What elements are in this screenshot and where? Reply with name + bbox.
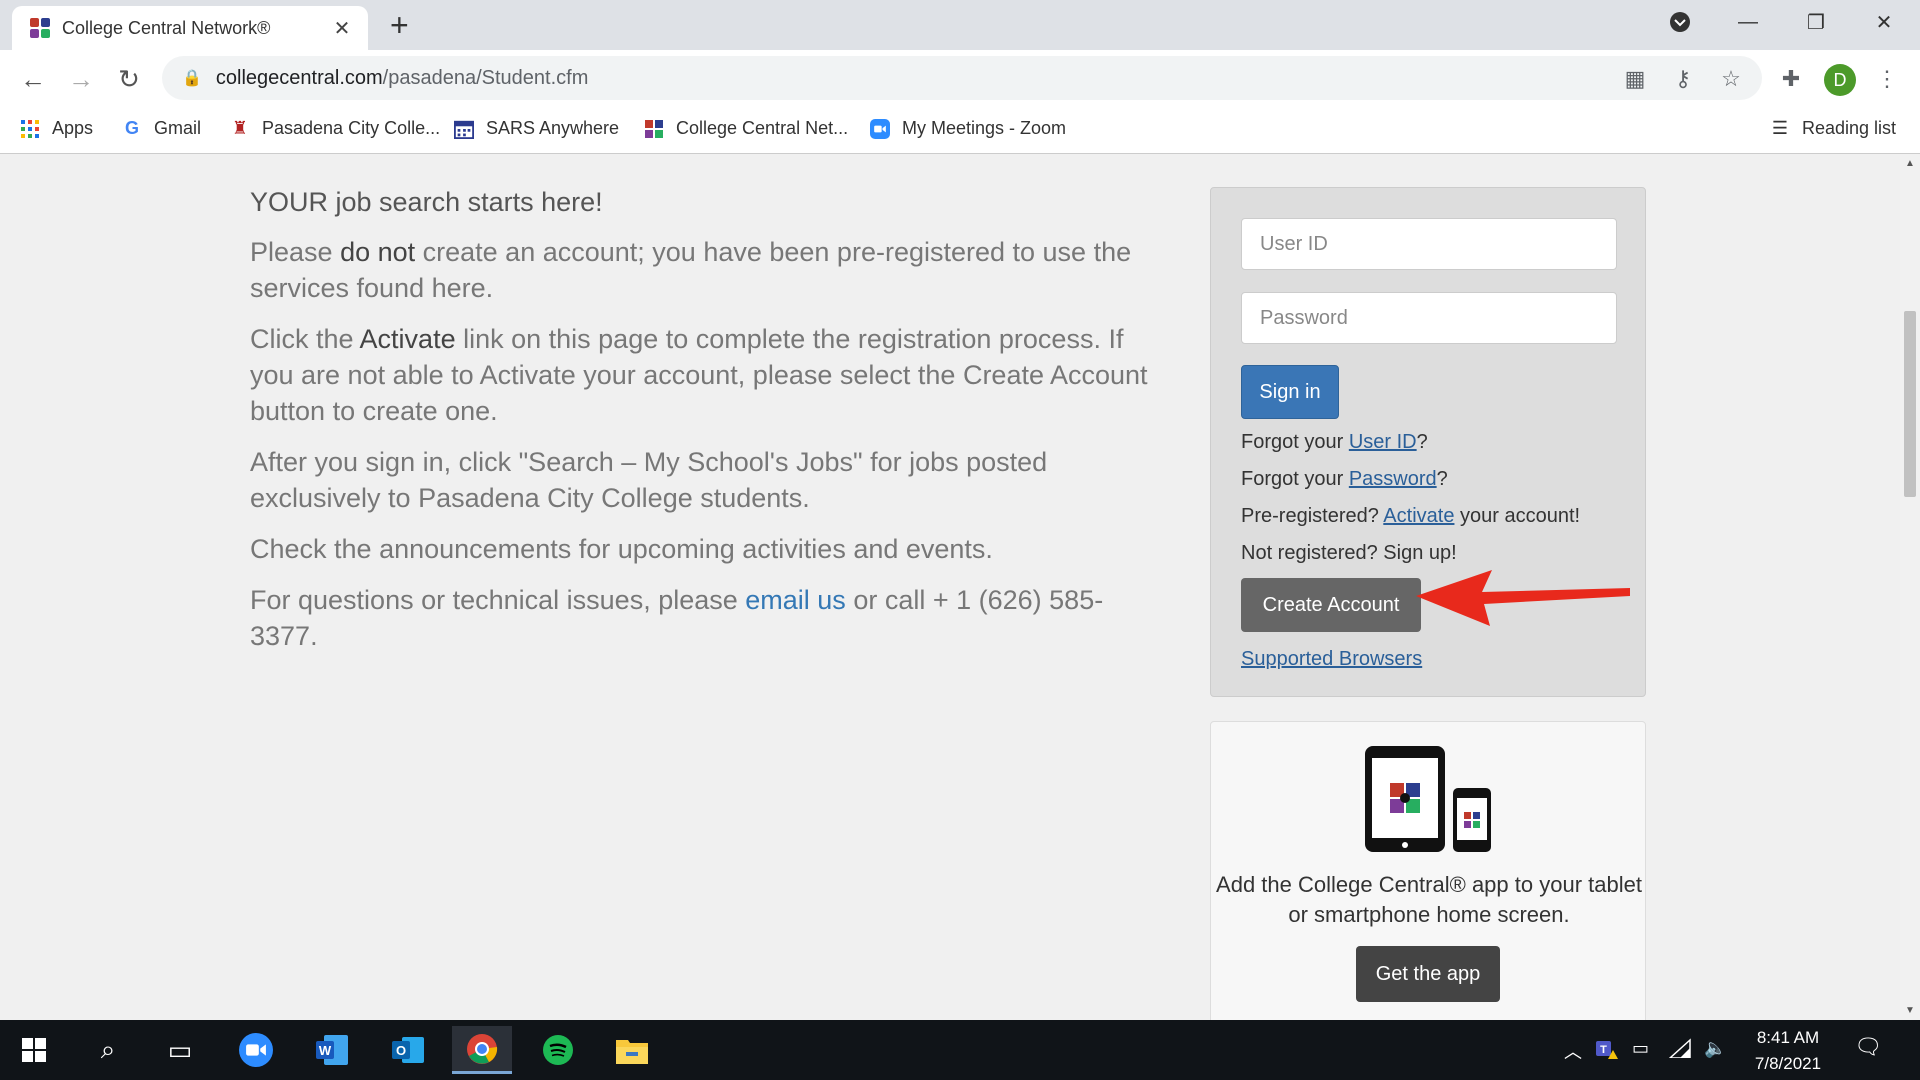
key-icon[interactable]: ⚷ [1668, 64, 1698, 94]
tab-strip: College Central Network® ✕ + — ❐ ✕ [0, 0, 1920, 50]
sign-in-button[interactable]: Sign in [1241, 365, 1339, 419]
intro-paragraph-2: Click the Activate link on this page to … [250, 324, 1148, 426]
restore-icon[interactable]: ❐ [1786, 0, 1846, 44]
qr-code-icon[interactable]: ▦ [1620, 64, 1650, 94]
password-input[interactable]: Password [1241, 292, 1617, 344]
activate-link[interactable]: Activate [1383, 505, 1454, 527]
lock-icon: 🔒 [182, 70, 202, 87]
zoom-icon [870, 118, 890, 139]
task-view-icon[interactable]: ▭ [150, 1026, 210, 1074]
bookmarks-bar: Apps G Gmail ♜ Pasadena City Colle... SA… [0, 106, 1920, 154]
scroll-up-icon[interactable]: ▲ [1900, 158, 1920, 169]
bookmark-college-central[interactable]: College Central Net... [644, 118, 848, 139]
tab-college-central[interactable]: College Central Network® ✕ [12, 6, 368, 50]
app-promo-text: Add the College Central® app to your tab… [1216, 872, 1642, 927]
scroll-down-icon[interactable]: ▼ [1900, 1005, 1920, 1016]
svg-text:W: W [319, 1043, 332, 1058]
calendar-icon [454, 119, 474, 139]
tab-title: College Central Network® [62, 17, 271, 38]
battery-icon[interactable]: ▭ [1632, 1038, 1649, 1059]
close-window-icon[interactable]: ✕ [1854, 0, 1914, 44]
intro-paragraph-1: Please do not create an account; you hav… [250, 237, 1132, 303]
intro-paragraph-4: Check the announcements for upcoming act… [250, 534, 993, 564]
reading-list-icon: ☰ [1771, 118, 1789, 138]
notifications-icon[interactable]: 🗨 [1854, 1034, 1882, 1060]
apps-grid-icon [20, 119, 40, 139]
file-explorer-icon[interactable] [602, 1026, 662, 1074]
tab-search-icon[interactable] [1650, 0, 1710, 44]
teams-icon[interactable]: T [1596, 1038, 1622, 1065]
windows-taskbar: ⌕ ▭ W O ︿ T ▭ 🔈 8:41 AM 7/8/2021 🗨 [0, 1020, 1920, 1080]
intro-paragraph-5: For questions or technical issues, pleas… [250, 585, 1104, 651]
email-us-link[interactable]: email us [745, 585, 846, 615]
red-arrow-annotation [1416, 570, 1630, 626]
forgot-userid-text: Forgot your User ID? [1241, 431, 1428, 453]
clock-time: 8:41 AM [1756, 1028, 1820, 1047]
college-central-icon [644, 119, 664, 139]
app-promo-panel: Add the College Central® app to your tab… [1210, 721, 1646, 1020]
create-account-button[interactable]: Create Account [1241, 578, 1421, 632]
word-icon[interactable]: W [302, 1026, 362, 1074]
page-heading: YOUR job search starts here! [250, 187, 603, 217]
show-hidden-icons[interactable]: ︿ [1564, 1038, 1582, 1064]
outlook-icon[interactable]: O [378, 1026, 438, 1074]
windows-start-icon[interactable] [4, 1026, 64, 1074]
page-viewport: YOUR job search starts here! Please do n… [0, 154, 1900, 1020]
svg-text:T: T [1600, 1044, 1607, 1056]
back-icon[interactable]: ← [16, 62, 50, 96]
userid-input[interactable]: User ID [1241, 218, 1617, 270]
address-bar[interactable]: 🔒 collegecentral.com/pasadena/Student.cf… [162, 56, 1762, 100]
url-text: collegecentral.com/pasadena/Student.cfm [215, 66, 589, 89]
bookmark-apps[interactable]: Apps [20, 118, 93, 139]
tab-close-icon[interactable]: ✕ [330, 16, 354, 41]
chrome-icon[interactable] [452, 1026, 512, 1074]
preregistered-text: Pre-registered? Activate your account! [1241, 505, 1581, 527]
menu-icon[interactable]: ⋮ [1872, 64, 1902, 94]
reading-list-button[interactable]: ☰ Reading list [1770, 118, 1896, 139]
new-tab-button[interactable]: + [390, 8, 409, 42]
intro-text: YOUR job search starts here! Please do n… [250, 184, 1170, 669]
vertical-scrollbar[interactable]: ▲ ▼ [1900, 154, 1920, 1020]
extensions-icon[interactable]: ✚ [1776, 64, 1806, 94]
wifi-icon[interactable] [1668, 1038, 1692, 1063]
bookmark-zoom[interactable]: My Meetings - Zoom [870, 118, 1066, 139]
college-central-favicon-icon [30, 18, 50, 38]
zoom-taskbar-icon[interactable] [226, 1026, 286, 1074]
forgot-password-link[interactable]: Password [1349, 468, 1437, 490]
forgot-userid-link[interactable]: User ID [1349, 431, 1417, 453]
not-registered-text: Not registered? Sign up! [1241, 542, 1457, 564]
supported-browsers-link[interactable]: Supported Browsers [1241, 648, 1422, 671]
browser-toolbar: ← → ↻ 🔒 collegecentral.com/pasadena/Stud… [0, 50, 1920, 106]
intro-paragraph-3: After you sign in, click "Search – My Sc… [250, 447, 1048, 513]
search-icon[interactable]: ⌕ [78, 1026, 138, 1074]
google-icon: G [124, 118, 139, 138]
bookmark-pasadena[interactable]: ♜ Pasadena City Colle... [230, 118, 440, 139]
clock-date: 7/8/2021 [1754, 1054, 1822, 1073]
pcc-icon: ♜ [231, 118, 249, 138]
profile-avatar[interactable]: D [1824, 64, 1856, 96]
forgot-password-text: Forgot your Password? [1241, 468, 1448, 490]
bookmark-gmail[interactable]: G Gmail [122, 118, 201, 139]
minimize-icon[interactable]: — [1718, 0, 1778, 44]
spotify-icon[interactable] [528, 1026, 588, 1074]
system-clock[interactable]: 8:41 AM 7/8/2021 [1740, 1025, 1836, 1077]
get-the-app-button[interactable]: Get the app [1356, 946, 1500, 1002]
svg-text:O: O [396, 1043, 406, 1058]
bookmark-sars[interactable]: SARS Anywhere [454, 118, 619, 139]
bookmark-star-icon[interactable]: ☆ [1716, 64, 1746, 94]
volume-icon[interactable]: 🔈 [1704, 1038, 1726, 1059]
reload-icon[interactable]: ↻ [112, 62, 146, 96]
scrollbar-thumb[interactable] [1904, 311, 1916, 497]
tablet-phone-icon [1365, 746, 1491, 852]
forward-icon[interactable]: → [64, 62, 98, 96]
